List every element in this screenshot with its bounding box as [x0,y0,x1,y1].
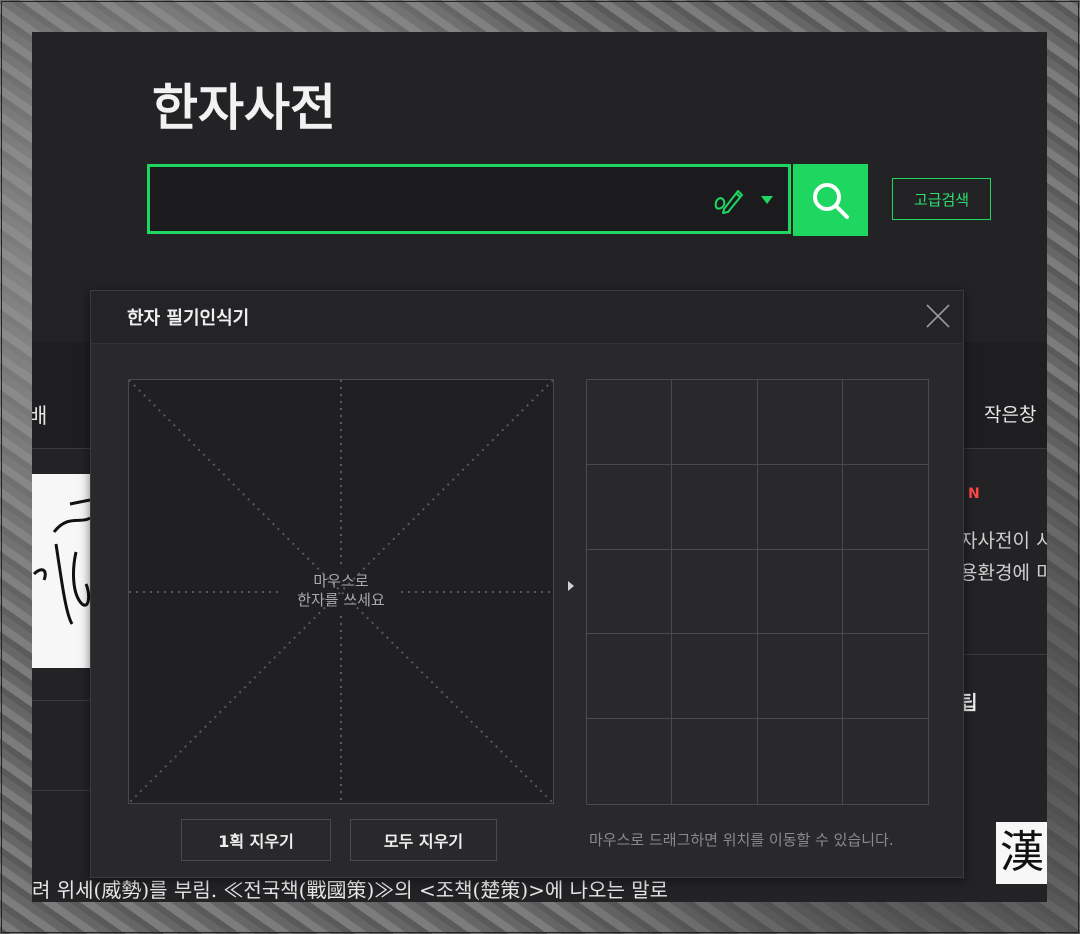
handwriting-recognizer-dialog[interactable]: 한자 필기인식기 마우스로 한자를 쓰세요 1획 지우기 모두 지우기 마우스로… [90,290,964,878]
search-input[interactable] [162,167,686,233]
candidate-cell[interactable] [757,634,843,720]
candidate-cell[interactable] [842,380,928,465]
example-sentence: 려 위세(威勢)를 부림. ≪전국책(戰國策)≫의 <조책(楚策)>에 나오는 … [32,878,669,902]
candidate-cell[interactable] [672,380,758,465]
close-icon[interactable] [925,303,951,329]
calligraphy-strokes [32,498,90,625]
news-line[interactable]: 자사전이 시 [960,526,1047,553]
canvas-hint-line: 마우스로 [313,572,369,590]
divider [32,790,90,791]
divider [964,654,1047,655]
candidate-cell[interactable] [842,634,928,720]
candidate-cell[interactable] [757,549,843,635]
divider [32,700,90,701]
erase-stroke-button[interactable]: 1획 지우기 [181,819,331,861]
search-icon [813,183,849,219]
candidate-cell[interactable] [758,719,843,804]
candidate-cell[interactable] [842,465,928,550]
drag-hint: 마우스로 드래그하면 위치를 이동할 수 있습니다. [589,831,894,849]
new-badge: N [968,486,980,502]
page-title: 한자사전 [152,79,336,137]
dialog-header[interactable]: 한자 필기인식기 [91,291,963,344]
arrow-right-icon [568,581,574,591]
candidate-cell[interactable] [587,634,673,720]
chevron-down-icon[interactable] [760,195,774,205]
tab-fragment[interactable]: 배 [32,400,47,430]
candidate-cell[interactable] [672,634,758,720]
erase-all-button[interactable]: 모두 지우기 [350,819,497,861]
search-button[interactable] [793,164,868,236]
pen-icon[interactable] [712,185,744,215]
news-line[interactable]: 용환경에 미 [960,558,1047,585]
candidate-cell[interactable] [842,550,928,635]
candidate-cell[interactable] [843,719,928,804]
canvas-hint: 마우스로 한자를 쓰세요 [129,572,553,610]
handwriting-canvas[interactable]: 마우스로 한자를 쓰세요 [128,379,554,804]
candidate-cell[interactable] [757,380,843,465]
candidate-cell[interactable] [672,549,758,635]
candidate-cell[interactable] [672,464,758,550]
hanja-thumbnail[interactable]: 漢 [996,822,1047,884]
small-window-link[interactable]: 작은창 [984,400,1036,427]
search-box [147,164,791,234]
candidate-cell[interactable] [587,719,673,804]
dialog-title: 한자 필기인식기 [127,308,250,329]
advanced-search-button[interactable]: 고급검색 [892,178,991,220]
candidate-grid [586,379,929,805]
calligraphy-image [32,474,90,668]
candidate-cell[interactable] [587,380,673,465]
candidate-cell[interactable] [587,464,673,550]
candidate-cell[interactable] [757,464,843,550]
candidate-cell[interactable] [587,549,673,635]
candidate-cell[interactable] [672,719,758,804]
canvas-hint-line: 한자를 쓰세요 [297,591,385,609]
